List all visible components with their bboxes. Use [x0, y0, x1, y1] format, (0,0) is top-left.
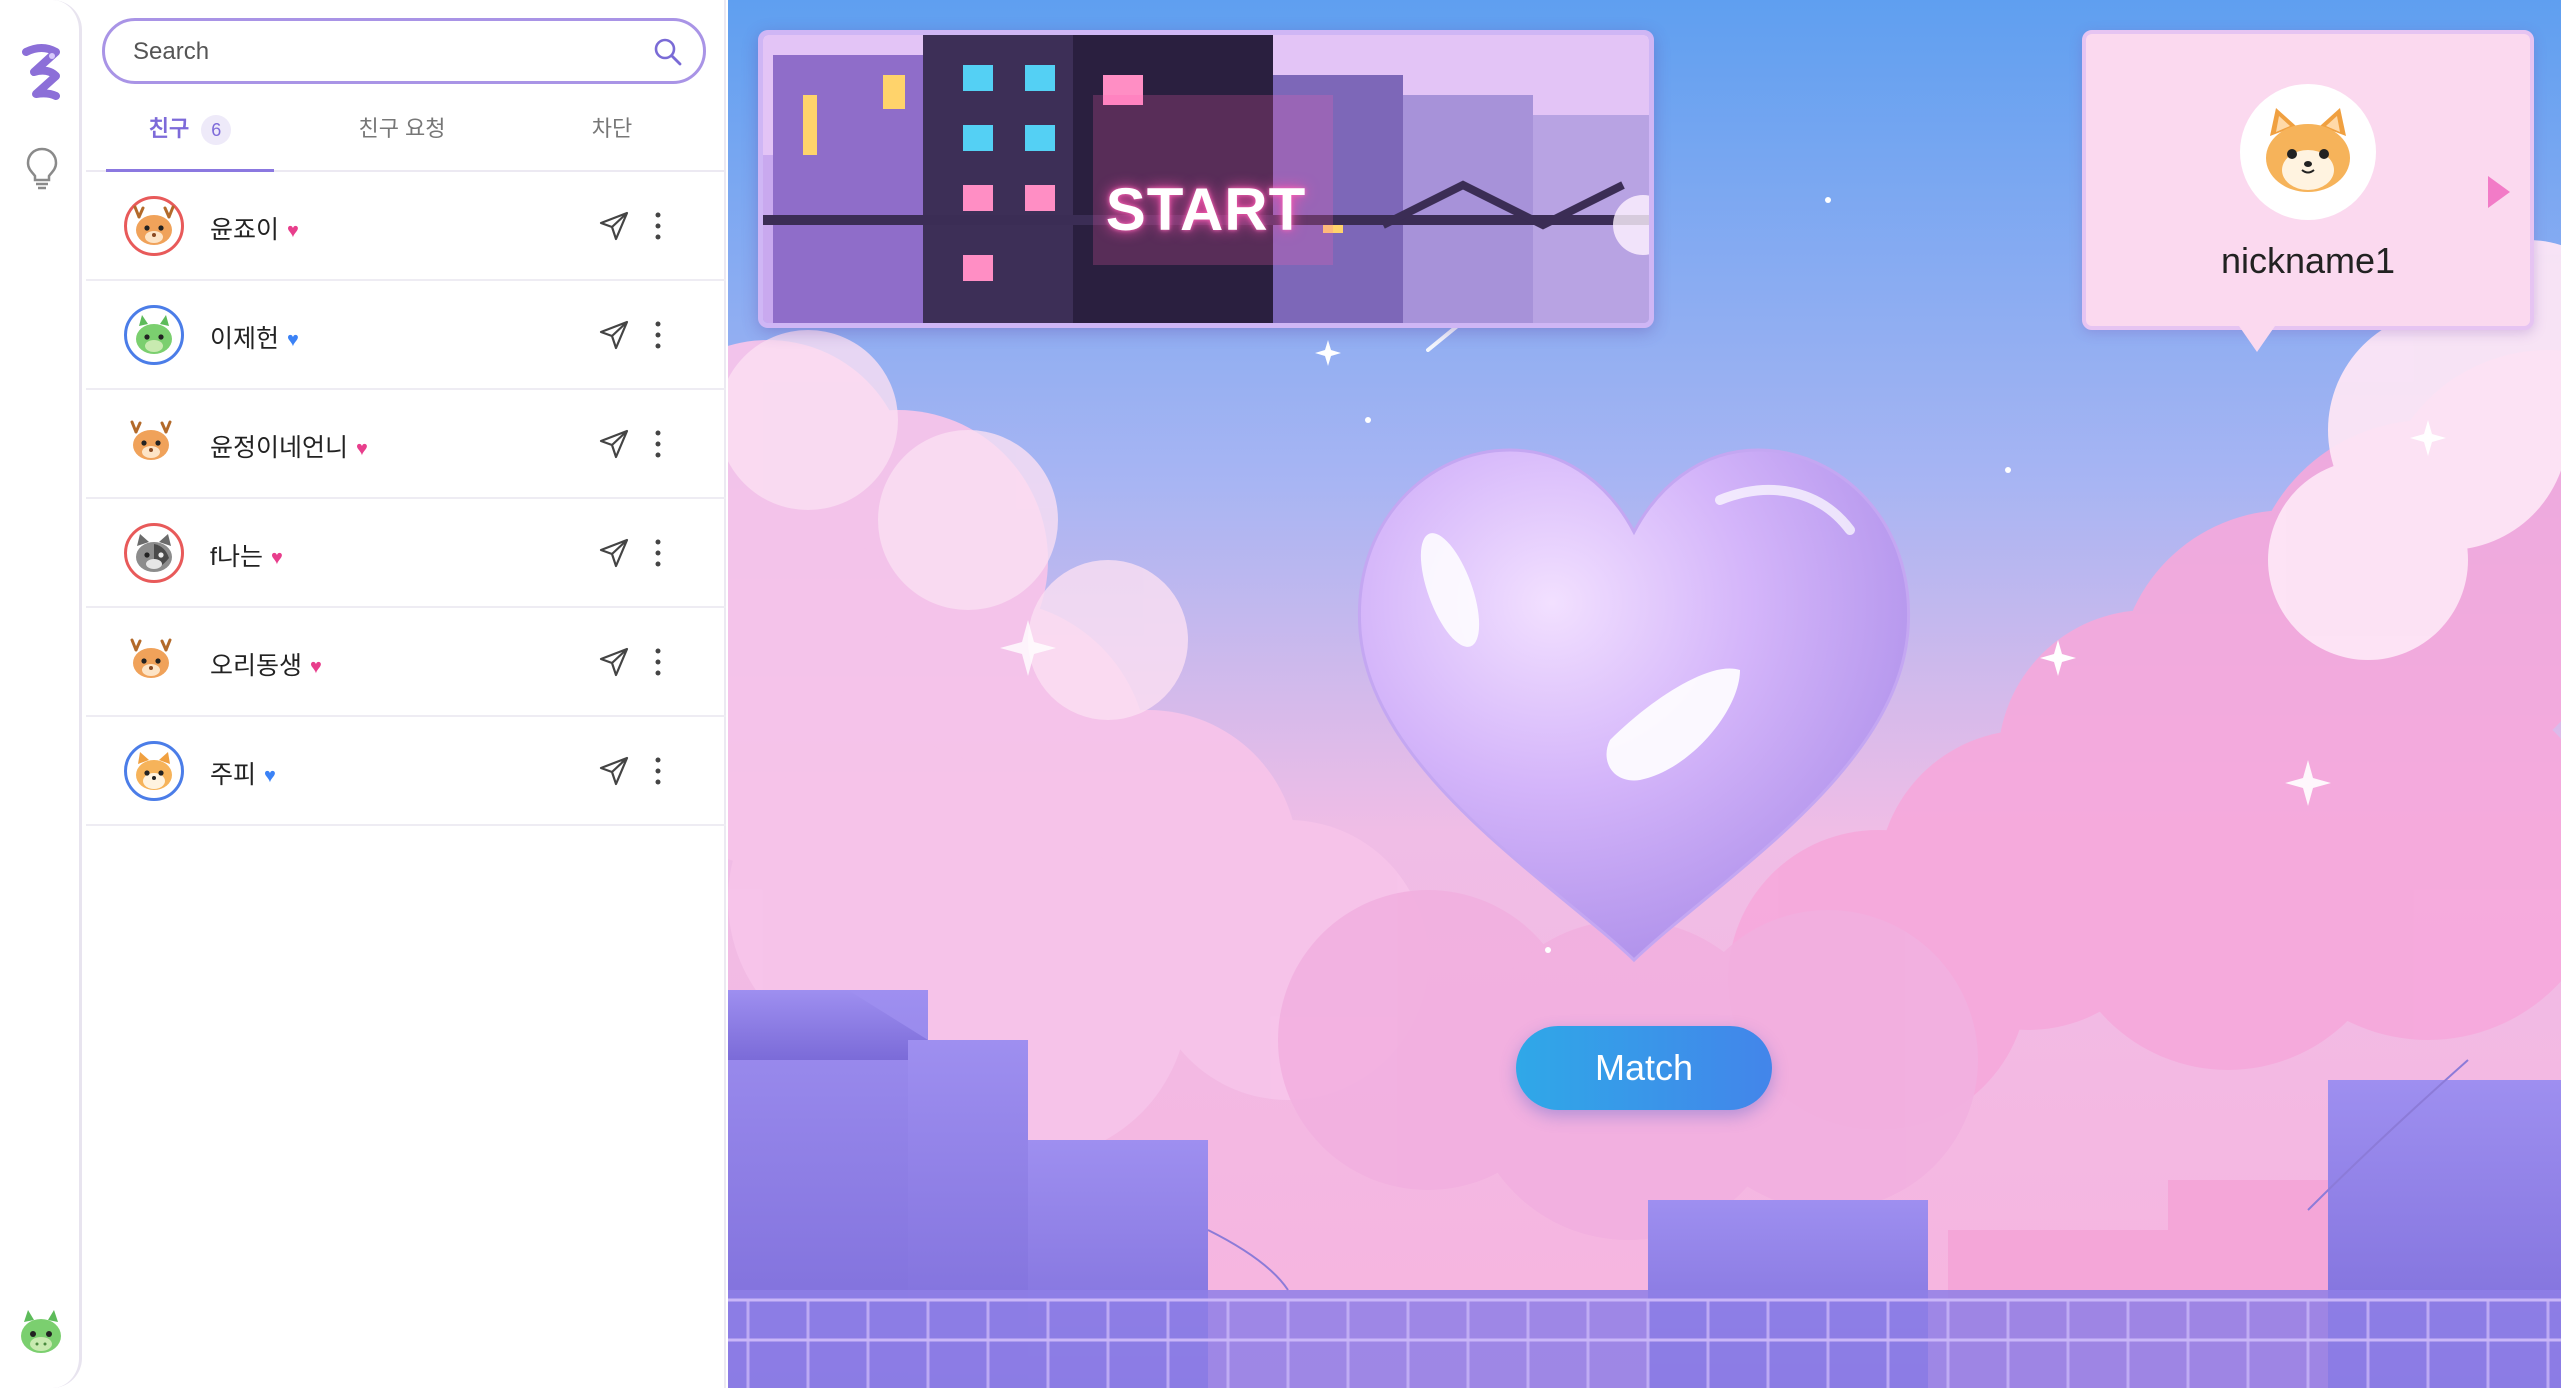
tab-friends[interactable]: 친구 6	[106, 104, 274, 172]
avatar	[124, 196, 184, 256]
blue-heart-icon: ♥	[287, 329, 299, 351]
avatar	[124, 523, 184, 583]
tab-friend-requests[interactable]: 친구 요청	[316, 104, 488, 172]
lightbulb-icon[interactable]	[24, 146, 60, 190]
lobby-scene: START nickname1 Match	[728, 0, 2561, 1388]
cat-icon	[136, 534, 172, 572]
shiba-icon	[136, 752, 172, 790]
friends-panel: 친구 6 친구 요청 차단 윤죠이♥	[86, 0, 726, 1388]
send-icon[interactable]	[598, 319, 630, 351]
deer-icon	[130, 420, 172, 460]
friend-name: 오리동생 ♥	[210, 652, 322, 680]
friend-row[interactable]: f나는 ♥	[86, 499, 726, 608]
send-icon[interactable]	[598, 428, 630, 460]
tab-friend-requests-label: 친구 요청	[358, 116, 446, 141]
deer-icon	[130, 638, 172, 678]
friend-name: 윤정이네언니 ♥	[210, 434, 368, 462]
friend-name: 윤죠이 ♥	[210, 216, 299, 244]
icon-rail	[0, 0, 82, 1388]
friend-row[interactable]: 윤정이네언니 ♥	[86, 390, 726, 499]
avatar	[124, 414, 184, 474]
avatar	[2240, 84, 2376, 220]
search-icon[interactable]	[653, 37, 683, 67]
tab-blocked[interactable]: 차단	[526, 104, 698, 172]
profile-card[interactable]: nickname1	[2082, 30, 2534, 330]
start-label: START	[1105, 176, 1307, 243]
friend-list: 윤죠이 ♥ 이제헌 ♥ 윤정이네언니 ♥ f나는 ♥ 오리동생 ♥ 주피 ♥	[86, 172, 726, 826]
friend-row[interactable]: 주피 ♥	[86, 717, 726, 826]
send-icon[interactable]	[598, 646, 630, 678]
nickname-label: nickname1	[2220, 240, 2396, 281]
avatar	[124, 741, 184, 801]
start-game-banner[interactable]: START	[758, 30, 1654, 328]
friend-tabs: 친구 6 친구 요청 차단	[86, 104, 726, 172]
pink-heart-icon: ♥	[287, 220, 299, 242]
send-icon[interactable]	[598, 755, 630, 787]
more-vertical-icon[interactable]	[652, 644, 664, 680]
shiba-icon	[2266, 108, 2350, 192]
friend-row[interactable]: 오리동생 ♥	[86, 608, 726, 717]
avatar	[124, 305, 184, 365]
friend-row[interactable]: 윤죠이 ♥	[86, 172, 726, 281]
more-vertical-icon[interactable]	[652, 535, 664, 571]
search-input[interactable]	[133, 33, 633, 71]
heart-icon[interactable]	[1350, 440, 1918, 970]
match-button[interactable]: Match	[1516, 1026, 1772, 1110]
more-vertical-icon[interactable]	[652, 208, 664, 244]
play-arrow-icon[interactable]	[2486, 174, 2512, 210]
pink-heart-icon: ♥	[310, 656, 322, 678]
friend-count-badge: 6	[201, 115, 232, 146]
speech-bubble-tail	[2239, 326, 2275, 352]
dragon-icon	[136, 315, 172, 354]
blue-heart-icon: ♥	[264, 765, 276, 787]
search-bar	[102, 18, 706, 84]
more-vertical-icon[interactable]	[652, 426, 664, 462]
pink-heart-icon: ♥	[270, 547, 283, 569]
tab-blocked-label: 차단	[591, 116, 633, 141]
friend-name: 주피 ♥	[210, 761, 276, 789]
more-vertical-icon[interactable]	[652, 753, 664, 789]
friend-name: 이제헌 ♥	[210, 325, 299, 353]
tab-friends-label: 친구	[148, 116, 190, 141]
avatar	[124, 632, 184, 692]
z-logo-icon[interactable]	[18, 42, 64, 102]
friend-row[interactable]: 이제헌 ♥	[86, 281, 726, 390]
dragon-avatar-icon[interactable]	[14, 1306, 68, 1360]
more-vertical-icon[interactable]	[652, 317, 664, 353]
deer-icon	[133, 205, 175, 245]
send-icon[interactable]	[598, 210, 630, 242]
pink-heart-icon: ♥	[356, 438, 368, 460]
send-icon[interactable]	[598, 537, 630, 569]
friend-name: f나는 ♥	[210, 543, 283, 571]
